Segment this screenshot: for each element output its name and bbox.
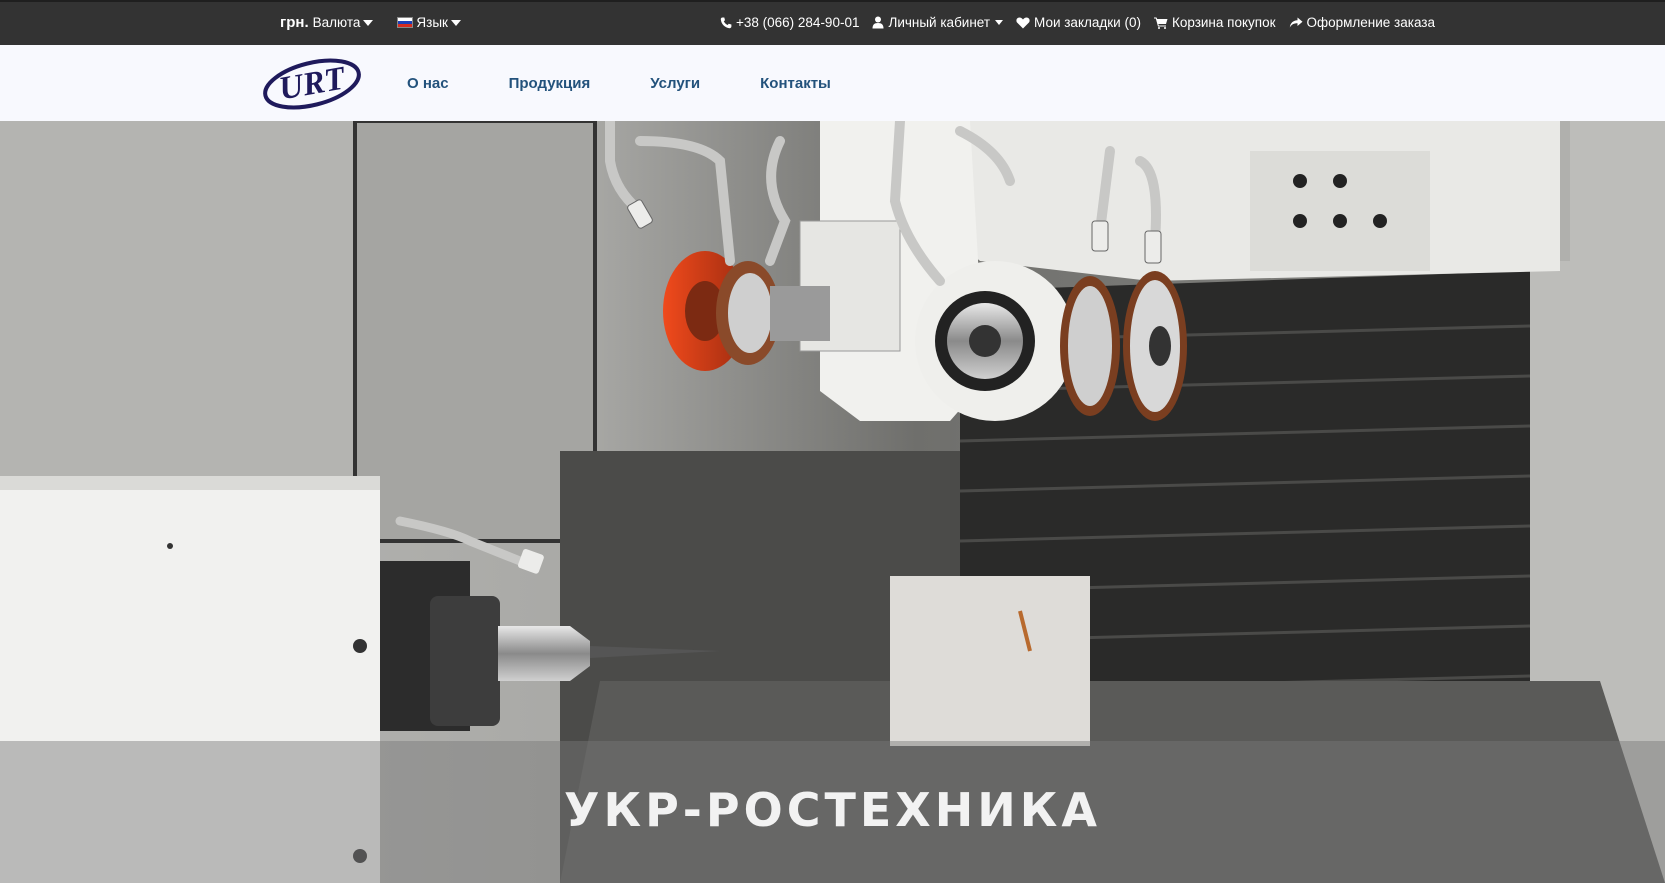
- svg-text:URT: URT: [276, 60, 349, 107]
- chevron-down-icon: [363, 19, 374, 26]
- main-nav: О нас Продукция Услуги Контакты: [407, 75, 891, 92]
- cart-link[interactable]: Корзина покупок: [1153, 15, 1276, 30]
- account-label: Личный кабинет: [888, 15, 991, 30]
- cart-icon: [1153, 17, 1168, 29]
- top-bar-links: +38 (066) 284-90-01 Личный кабинет Мои з…: [720, 15, 1448, 30]
- site-logo[interactable]: URT: [260, 55, 364, 113]
- hero-banner: УКР-РОСТЕХНИКА: [0, 121, 1665, 883]
- nav-products[interactable]: Продукция: [509, 75, 591, 92]
- account-dropdown[interactable]: Личный кабинет: [872, 15, 1004, 30]
- nav-about[interactable]: О нас: [407, 75, 449, 92]
- language-label: Язык: [416, 15, 448, 30]
- wishlist-link[interactable]: Мои закладки (0): [1016, 15, 1141, 30]
- cart-label: Корзина покупок: [1171, 15, 1276, 30]
- wishlist-label: Мои закладки (0): [1034, 15, 1141, 30]
- logo-image: URT: [263, 58, 361, 110]
- top-bar-left: грн. Валюта Язык: [280, 14, 461, 31]
- chevron-down-icon: [995, 20, 1004, 25]
- phone-number: +38 (066) 284-90-01: [736, 15, 860, 30]
- nav-contacts[interactable]: Контакты: [760, 75, 831, 92]
- hero-caption: УКР-РОСТЕХНИКА: [0, 741, 1665, 883]
- share-icon: [1289, 17, 1302, 27]
- phone-link[interactable]: +38 (066) 284-90-01: [720, 15, 859, 30]
- main-header: URT О нас Продукция Услуги Контакты: [0, 45, 1665, 121]
- nav-services[interactable]: Услуги: [650, 75, 700, 92]
- hero-title: УКР-РОСТЕХНИКА: [564, 783, 1101, 837]
- currency-symbol: грн.: [280, 14, 309, 31]
- checkout-label: Оформление заказа: [1306, 15, 1436, 30]
- currency-label: Валюта: [312, 15, 361, 30]
- russian-flag-icon: [397, 17, 414, 28]
- chevron-down-icon: [450, 19, 461, 26]
- user-icon: [872, 16, 884, 29]
- phone-icon: [720, 17, 732, 28]
- currency-dropdown[interactable]: грн. Валюта: [280, 14, 374, 31]
- language-dropdown[interactable]: Язык: [397, 15, 461, 30]
- top-bar: грн. Валюта Язык +38 (066) 284-90-01 Лич…: [0, 0, 1665, 45]
- checkout-link[interactable]: Оформление заказа: [1289, 15, 1436, 30]
- heart-icon: [1016, 17, 1030, 28]
